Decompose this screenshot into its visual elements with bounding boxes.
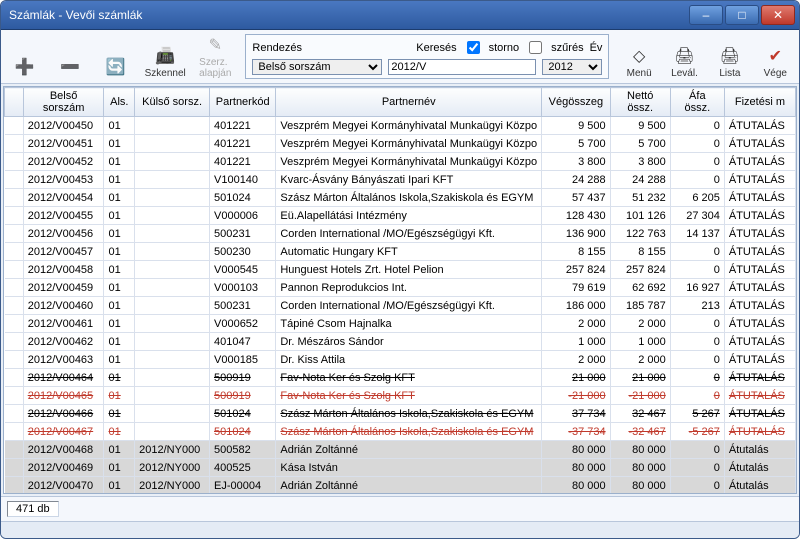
menu-button[interactable]: ◇Menü (623, 45, 654, 79)
refresh-button[interactable]: 🔄 (100, 56, 131, 79)
minus-icon: ➖ (59, 56, 81, 78)
table-row[interactable]: 2012/V00468012012/NY000500582Adrián Zolt… (5, 441, 796, 459)
plus-icon: ➕ (14, 56, 36, 78)
table-row[interactable]: 2012/V0046301V000185Dr. Kiss Attila2 000… (5, 351, 796, 369)
table-row[interactable]: 2012/V0045001401221Veszprém Megyei Kormá… (5, 117, 796, 135)
window-title: Számlák - Vevői számlák (9, 8, 689, 22)
contract-label: Szerz. alapján (199, 57, 231, 79)
col-header[interactable]: Partnerkód (210, 88, 276, 117)
table-row[interactable]: 2012/V0045901V000103Pannon Reprodukcios … (5, 279, 796, 297)
end-label: Vége (764, 68, 787, 79)
maximize-button[interactable]: □ (725, 5, 759, 25)
scan-label: Szkennel (145, 68, 186, 79)
search-input[interactable] (388, 59, 536, 75)
table-row[interactable]: 2012/V0046601501024Szász Márton Általáno… (5, 405, 796, 423)
year-select[interactable]: 2012 (542, 59, 602, 75)
storno-label: storno (489, 42, 520, 54)
table-row[interactable]: 2012/V00469012012/NY000400525Kása István… (5, 459, 796, 477)
year-label: Év (590, 42, 603, 54)
search-checkbox[interactable] (467, 41, 480, 54)
scan-button[interactable]: 📠Szkennel (145, 45, 185, 79)
table-row[interactable]: 2012/V0045801V000545Hunguest Hotels Zrt.… (5, 261, 796, 279)
list-label: Lista (719, 68, 740, 79)
table-row[interactable]: 2012/V0045101401221Veszprém Megyei Kormá… (5, 135, 796, 153)
list-icon: 🖨 (719, 45, 741, 67)
check-icon: ✔ (764, 45, 786, 67)
col-header[interactable]: Áfa össz. (670, 88, 724, 117)
col-header[interactable]: Partnernév (276, 88, 542, 117)
remove-button[interactable]: ➖ (54, 56, 85, 79)
titlebar: Számlák - Vevői számlák – □ ✕ (1, 1, 799, 30)
close-button[interactable]: ✕ (761, 5, 795, 25)
filter-label: szűrés (551, 42, 583, 54)
table-row[interactable]: 2012/V0045201401221Veszprém Megyei Kormá… (5, 153, 796, 171)
sort-select[interactable]: Belső sorszám (252, 59, 382, 75)
list-button[interactable]: 🖨Lista (714, 45, 745, 79)
print-button[interactable]: 🖨Levál. (669, 45, 700, 79)
col-header[interactable] (5, 88, 24, 117)
table-row[interactable]: 2012/V0045301V100140Kvarc-Ásvány Bányász… (5, 171, 796, 189)
col-header[interactable]: Als. (104, 88, 135, 117)
refresh-icon: 🔄 (104, 56, 126, 78)
app-window: { "title": "Számlák - Vevői számlák", "t… (0, 0, 800, 539)
col-header[interactable]: Nettó össz. (610, 88, 670, 117)
minimize-button[interactable]: – (689, 5, 723, 25)
filter-panel: Rendezés Keresés storno szűrés Év Belső … (245, 34, 609, 79)
table-row[interactable]: 2012/V0046201401047Dr. Mészáros Sándor1 … (5, 333, 796, 351)
table-row[interactable]: 2012/V00470012012/NY000EJ-00004Adrián Zo… (5, 477, 796, 495)
menu-label: Menü (627, 68, 652, 79)
printer-icon: 🖨 (674, 45, 696, 67)
invoice-table: Belső sorszámAls.Külső sorsz.PartnerkódP… (4, 87, 796, 494)
table-row[interactable]: 2012/V0045401501024Szász Márton Általáno… (5, 189, 796, 207)
col-header[interactable]: Belső sorszám (23, 88, 104, 117)
col-header[interactable]: Külső sorsz. (135, 88, 210, 117)
end-button[interactable]: ✔Vége (760, 45, 791, 79)
table-row[interactable]: 2012/V0045501V000006Eü.Alapellátási Inté… (5, 207, 796, 225)
statusbar: 471 db (1, 496, 799, 521)
col-header[interactable]: Végösszeg (542, 88, 610, 117)
toolbar: ➕ ➖ 🔄 📠Szkennel ✎Szerz. alapján Rendezés… (1, 30, 799, 84)
table-row[interactable]: 2012/V0046101V000652Tápiné Csom Hajnalka… (5, 315, 796, 333)
storno-checkbox[interactable] (529, 41, 542, 54)
table-row[interactable]: 2012/V0046701501024Szász Márton Általáno… (5, 423, 796, 441)
add-button[interactable]: ➕ (9, 56, 40, 79)
table-row[interactable]: 2012/V0046001500231Corden International … (5, 297, 796, 315)
window-buttons: – □ ✕ (689, 5, 795, 25)
table-row[interactable]: 2012/V0045601500231Corden International … (5, 225, 796, 243)
sort-label: Rendezés (252, 42, 302, 54)
grid[interactable]: Belső sorszámAls.Külső sorsz.PartnerkódP… (3, 86, 797, 494)
row-count: 471 db (7, 501, 59, 517)
contract-button: ✎Szerz. alapján (199, 34, 231, 79)
table-row[interactable]: 2012/V0046401500919Fav-Nota Ker és Szolg… (5, 369, 796, 387)
contract-icon: ✎ (204, 34, 226, 56)
print-label: Levál. (671, 68, 698, 79)
search-label: Keresés (416, 42, 456, 54)
col-header[interactable]: Fizetési m (724, 88, 795, 117)
scanner-icon: 📠 (154, 45, 176, 67)
eraser-icon: ◇ (628, 45, 650, 67)
horizontal-scrollbar[interactable] (1, 521, 799, 538)
table-row[interactable]: 2012/V0046501500919Fav-Nota Ker és Szolg… (5, 387, 796, 405)
table-row[interactable]: 2012/V0045701500230Automatic Hungary KFT… (5, 243, 796, 261)
